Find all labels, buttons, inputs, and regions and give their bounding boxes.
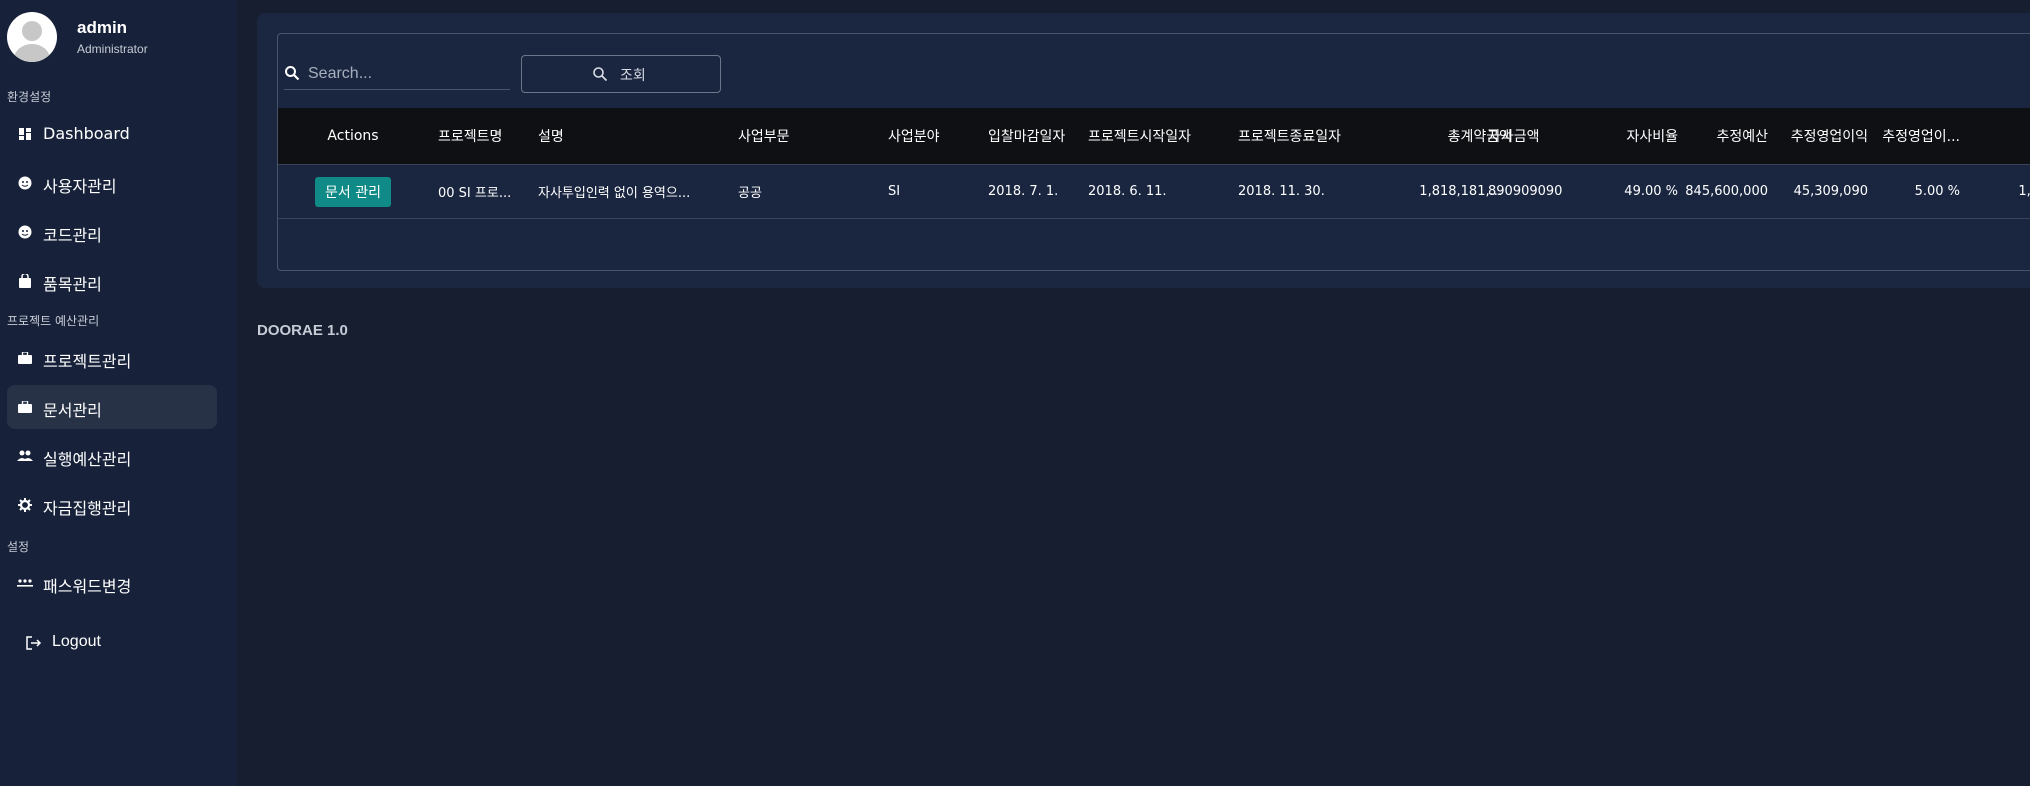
face-icon xyxy=(17,175,33,191)
table-cell: 공공 xyxy=(738,186,762,201)
table-cell: 890909090 xyxy=(1488,184,1563,199)
document-management-button[interactable]: 문서 관리 xyxy=(315,176,391,207)
table-cell: 2018. 11. 30. xyxy=(1238,184,1325,199)
table-cell: 45,309,090 xyxy=(1793,184,1868,199)
user-name: admin xyxy=(77,18,128,37)
shopping-bag-icon xyxy=(17,273,33,289)
password-icon xyxy=(17,575,33,591)
dashboard-icon xyxy=(17,126,33,142)
column-header[interactable]: 추정예산 xyxy=(1678,108,1768,164)
sidebar-item-execution-budget[interactable]: 실행예산관리 xyxy=(7,434,217,478)
logout-label: Logout xyxy=(52,633,101,650)
column-header[interactable]: Actions xyxy=(278,108,428,164)
sidebar-item-item-management[interactable]: 품목관리 xyxy=(7,259,217,303)
sidebar-item-dashboard[interactable]: Dashboard xyxy=(7,112,217,156)
section-label-settings: 설정 xyxy=(7,540,30,554)
table-header: Actions 프로젝트명 설명 사업부문 사업분야 입찰마감일자 프로젝트시작… xyxy=(278,108,2030,164)
table-cell: 1,013,0 xyxy=(2018,184,2030,199)
user-profile: admin Administrator xyxy=(7,12,227,64)
gear-icon xyxy=(17,497,33,513)
logout-icon xyxy=(26,635,42,651)
sidebar-item-label: 패스워드변경 xyxy=(43,577,132,596)
content-card: 조회 Actions 프로젝트명 설명 사업부문 사업분야 입찰마감일자 프로젝… xyxy=(257,13,2030,288)
column-header[interactable]: 설명 xyxy=(538,108,718,164)
sidebar-item-label: 프로젝트관리 xyxy=(43,352,132,371)
logout-button[interactable]: Logout xyxy=(20,630,140,656)
section-label-budget: 프로젝트 예산관리 xyxy=(7,314,100,328)
column-header[interactable]: 프로젝트시작일자 xyxy=(1088,108,1228,164)
query-button-label: 조회 xyxy=(620,68,646,84)
column-header[interactable]: 프로젝트명 xyxy=(438,108,518,164)
briefcase-icon xyxy=(17,399,33,415)
sidebar-item-label: 문서관리 xyxy=(43,401,102,420)
column-header[interactable]: 프로젝트종료일자 xyxy=(1238,108,1378,164)
actions-cell: 문서 관리 xyxy=(278,165,428,218)
table-cell: 49.00 % xyxy=(1624,184,1678,199)
column-header[interactable]: 사업부문 xyxy=(738,108,868,164)
sidebar-item-label: 실행예산관리 xyxy=(43,450,132,469)
search-input[interactable] xyxy=(306,61,510,87)
table-cell: SI xyxy=(888,184,901,199)
face-icon xyxy=(17,224,33,240)
people-icon xyxy=(17,448,33,464)
search-box xyxy=(284,59,510,90)
column-header[interactable]: 입찰마감일자 xyxy=(988,108,1083,164)
column-header[interactable]: 실행 xyxy=(1968,108,2030,164)
sidebar-item-label: 코드관리 xyxy=(43,226,102,245)
sidebar-item-project-management[interactable]: 프로젝트관리 xyxy=(7,336,217,380)
user-role: Administrator xyxy=(77,42,148,56)
query-button[interactable]: 조회 xyxy=(521,55,721,93)
table-cell: 00 SI 프로... xyxy=(438,186,512,201)
data-table-panel: 조회 Actions 프로젝트명 설명 사업부문 사업분야 입찰마감일자 프로젝… xyxy=(277,33,2030,271)
column-header[interactable]: 사업분야 xyxy=(888,108,978,164)
section-label-env: 환경설정 xyxy=(7,90,52,104)
avatar xyxy=(7,12,57,62)
sidebar: admin Administrator 환경설정 Dashboard 사용자관리… xyxy=(0,0,237,786)
table-cell: 5.00 % xyxy=(1914,184,1960,199)
sidebar-item-label: Dashboard xyxy=(43,124,130,143)
table-cell: 자사투입인력 없이 용역으... xyxy=(538,186,691,201)
sidebar-item-code-management[interactable]: 코드관리 xyxy=(7,210,217,254)
main-content: 조회 Actions 프로젝트명 설명 사업부문 사업분야 입찰마감일자 프로젝… xyxy=(237,0,2030,786)
sidebar-item-fund-execution[interactable]: 자금집행관리 xyxy=(7,483,217,527)
search-icon xyxy=(592,66,608,82)
table-cell: 2018. 6. 11. xyxy=(1088,184,1167,199)
table-cell: 1,818,181,... xyxy=(1419,184,1502,199)
column-header[interactable]: 자사비율 xyxy=(1588,108,1678,164)
column-header[interactable]: 추정영업이익 xyxy=(1768,108,1868,164)
sidebar-item-user-management[interactable]: 사용자관리 xyxy=(7,161,217,205)
search-icon xyxy=(284,65,300,81)
sidebar-item-password-change[interactable]: 패스워드변경 xyxy=(7,561,217,605)
table-cell: 2018. 7. 1. xyxy=(988,184,1059,199)
column-header[interactable]: 자사금액 xyxy=(1488,108,1588,164)
column-header[interactable]: 추정영업이... xyxy=(1868,108,1960,164)
app-version: DOORAE 1.0 xyxy=(257,322,348,339)
sidebar-item-label: 자금집행관리 xyxy=(43,499,132,518)
table-cell: 845,600,000 xyxy=(1685,184,1768,199)
sidebar-item-label: 사용자관리 xyxy=(43,177,117,196)
sidebar-item-label: 품목관리 xyxy=(43,275,102,294)
briefcase-icon xyxy=(17,350,33,366)
sidebar-item-document-management[interactable]: 문서관리 xyxy=(7,385,217,429)
table-row: 문서 관리 00 SI 프로... 자사투입인력 없이 용역으... 공공 SI… xyxy=(278,164,2030,219)
